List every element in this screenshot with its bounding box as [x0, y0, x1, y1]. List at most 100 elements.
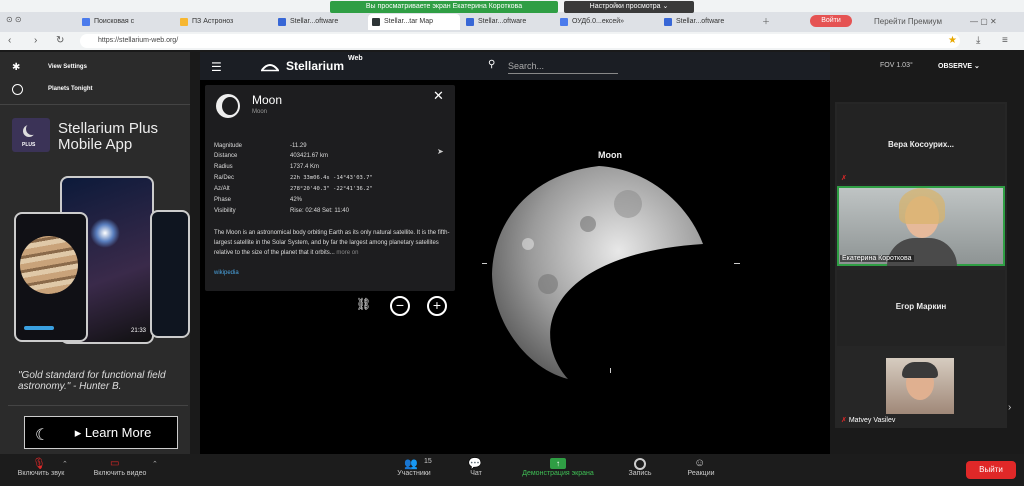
search-icon: ⚲ — [488, 59, 496, 70]
phone-image-front — [14, 212, 88, 342]
tab-0[interactable]: Поисковая с — [78, 14, 174, 30]
stellarium-plus-logo: PLUS — [12, 118, 50, 152]
wikipedia-link[interactable]: wikipedia — [214, 270, 239, 276]
info-row-label: Visibility — [214, 208, 236, 214]
new-tab-icon[interactable]: ＋ — [762, 14, 770, 30]
participants-count: 15 — [424, 458, 432, 465]
selection-tick-bottom — [610, 368, 611, 373]
leave-button[interactable]: Выйти — [966, 461, 1016, 479]
info-row-label: Az/Alt — [214, 186, 230, 192]
info-row-label: Phase — [214, 197, 232, 203]
info-row-value: 278°20'40.3" -22°41'36.2" — [290, 186, 373, 192]
address-bar[interactable]: https://stellarium-web.org/ — [80, 34, 960, 48]
bookmark-star-icon[interactable]: ★ — [948, 34, 957, 48]
gear-icon: ✱ — [12, 62, 21, 73]
participant-name: ✗ Matvey Vasilev — [841, 417, 896, 424]
video-off-icon[interactable]: ▭ — [110, 458, 119, 469]
info-title: Moon — [252, 93, 283, 107]
tab-3[interactable]: Stellar...tar Map — [368, 14, 460, 30]
moon-label: Moon — [598, 150, 622, 160]
info-row-value: 22h 33m06.4s -14°43'03.7" — [290, 175, 373, 181]
active-speaker-tile[interactable] — [837, 186, 1005, 266]
info-row-value: -11.29 — [290, 143, 307, 149]
info-row-label: Radius — [214, 164, 233, 170]
zoom-window-icon[interactable]: ⊙ ⊙ — [6, 12, 22, 28]
record-button-label[interactable]: Запись — [618, 470, 662, 477]
info-row-label: Ra/Dec — [214, 175, 235, 181]
reactions-icon[interactable]: ☺ — [694, 457, 705, 469]
view-options-button[interactable]: Настройки просмотра ⌄ — [564, 1, 694, 13]
sidebar-divider — [0, 104, 190, 105]
participant-name: Екатерина Короткова — [840, 255, 914, 262]
participant-video[interactable] — [886, 358, 954, 414]
participant-name: Вера Косоурих... — [888, 140, 954, 149]
moon-stars-icon: ☾ — [35, 427, 50, 444]
reload-icon[interactable]: ↻ — [56, 34, 64, 48]
info-row-value: Rise: 02:48 Set: 11:40 — [290, 208, 349, 214]
observe-menu[interactable]: OBSERVE ⌄ — [938, 62, 980, 70]
chat-icon[interactable]: 💬 — [468, 457, 482, 470]
phone-image-side — [150, 210, 190, 338]
learn-more-button[interactable]: ☾ ▸ Learn More — [24, 416, 178, 449]
back-icon[interactable]: ‹ — [8, 34, 11, 48]
muted-mic-icon: ✗ — [841, 417, 849, 424]
moon-icon — [216, 94, 240, 118]
zoom-in-icon[interactable]: + — [427, 296, 447, 316]
info-description: The Moon is an astronomical body orbitin… — [214, 230, 450, 256]
window-controls-icon[interactable]: — ▢ ✕ — [970, 14, 997, 30]
info-row-value: 403421.67 km — [290, 153, 329, 159]
mouse-cursor-icon: ➤ — [437, 147, 444, 156]
info-subtitle: Moon — [252, 109, 268, 115]
tab-6[interactable]: Stellar...oftware — [660, 14, 752, 30]
fov-readout: FOV 1.03° — [880, 62, 913, 69]
stellarium-logo-icon — [260, 58, 280, 72]
participants-icon[interactable]: 👥 — [404, 457, 418, 470]
record-icon[interactable] — [634, 458, 646, 470]
zoom-out-icon[interactable]: − — [390, 296, 410, 316]
view-settings-item[interactable]: View Settings — [48, 64, 87, 70]
tab-4[interactable]: Stellar...oftware — [462, 14, 554, 30]
download-icon[interactable]: ⤓ — [976, 34, 980, 48]
crescent-icon — [26, 123, 38, 135]
jupiter-image — [20, 236, 78, 294]
stellarium-brand-sup: Web — [348, 55, 363, 62]
premium-link[interactable]: Перейти Премиум — [874, 14, 942, 30]
stellarium-brand: Stellarium — [286, 59, 345, 73]
search-input[interactable]: Search... — [508, 61, 618, 74]
share-screen-icon[interactable]: ↑ — [550, 458, 566, 469]
hamburger-menu-icon[interactable]: ☰ — [211, 60, 222, 74]
forward-icon[interactable]: › — [34, 34, 37, 48]
info-row-label: Distance — [214, 153, 238, 159]
promo-title: Stellarium Plus Mobile App — [58, 120, 159, 153]
screen-share-banner: Вы просматриваете экран Екатерина Коротк… — [330, 1, 558, 13]
info-row-value: 42% — [290, 197, 303, 203]
participant-name: Егор Маркин — [895, 302, 947, 311]
reactions-button-label[interactable]: Реакции — [676, 470, 726, 477]
info-row-value: 1737.4 Km — [290, 164, 320, 170]
login-button[interactable]: Войти — [810, 15, 852, 27]
info-row-label: Magnitude — [214, 143, 243, 149]
chat-button-label[interactable]: Чат — [458, 470, 494, 477]
selection-tick-right — [734, 263, 740, 264]
planet-icon — [12, 84, 23, 95]
moon-image[interactable] — [488, 137, 717, 386]
tab-5[interactable]: ОУДб.0...ексей» — [556, 14, 656, 30]
audio-options-chevron-icon[interactable]: ⌃ — [62, 460, 68, 468]
video-options-chevron-icon[interactable]: ⌃ — [152, 460, 158, 468]
next-page-icon[interactable]: › — [1008, 402, 1011, 413]
promo-quote: "Gold standard for functional field astr… — [18, 370, 166, 392]
participants-button-label[interactable]: Участники — [384, 470, 444, 477]
menu-dots-icon[interactable]: ≡ — [1002, 34, 1008, 48]
tab-2[interactable]: Stellar...oftware — [274, 14, 366, 30]
mic-muted-icon[interactable]: 🎙 — [32, 457, 46, 470]
selection-tick-left — [482, 263, 487, 264]
mute-button-label[interactable]: Включить звук — [6, 470, 76, 477]
share-screen-button-label[interactable]: Демонстрация экрана — [506, 470, 610, 477]
promo-divider — [8, 405, 188, 406]
tab-1[interactable]: ПЗ Астроноз — [176, 14, 272, 30]
muted-mic-icon: ✗ — [841, 175, 847, 182]
close-icon[interactable]: ✕ — [433, 88, 444, 104]
link-icon[interactable]: ⛓ — [356, 297, 371, 311]
video-button-label[interactable]: Включить видео — [80, 470, 160, 477]
planets-tonight-item[interactable]: Planets Tonight — [48, 86, 93, 92]
